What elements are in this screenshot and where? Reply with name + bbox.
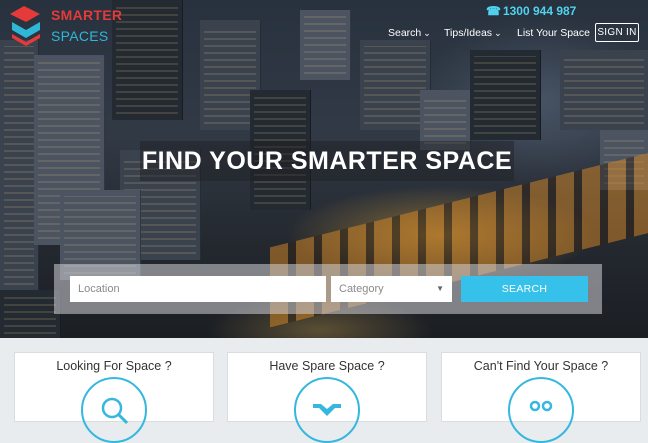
category-select[interactable]: Category ▼ bbox=[331, 276, 452, 302]
search-panel: Category ▼ SEARCH bbox=[54, 264, 602, 314]
handshake-icon bbox=[294, 377, 360, 443]
cant-find-space-card[interactable]: Can't Find Your Space ? bbox=[441, 352, 641, 443]
nav-tips-ideas-label: Tips/Ideas bbox=[444, 27, 493, 39]
logo-text-spaces: SPACES bbox=[51, 28, 109, 44]
location-input[interactable] bbox=[70, 276, 326, 302]
hero-banner: SMARTER SPACES ☎ 1300 944 987 Search ⌄ Tip… bbox=[0, 0, 648, 338]
category-select-value: Category bbox=[339, 283, 384, 295]
people-icon bbox=[508, 377, 574, 443]
logo-text-smarter: SMARTER bbox=[51, 7, 123, 23]
search-button[interactable]: SEARCH bbox=[461, 276, 588, 302]
hero-title: FIND YOUR SMARTER SPACE bbox=[141, 147, 513, 175]
chevron-down-icon: ⌄ bbox=[423, 28, 431, 38]
phone-number-link[interactable]: ☎ 1300 944 987 bbox=[486, 4, 576, 18]
magnifier-icon bbox=[81, 377, 147, 443]
phone-number: 1300 944 987 bbox=[502, 4, 577, 18]
nav-list-your-space-label: List Your Space bbox=[517, 27, 590, 39]
logo-mark-icon bbox=[10, 6, 40, 46]
have-spare-space-card[interactable]: Have Spare Space ? bbox=[227, 352, 427, 443]
nav-tips-ideas[interactable]: Tips/Ideas ⌄ bbox=[444, 27, 502, 39]
card-title: Can't Find Your Space ? bbox=[473, 359, 609, 373]
card-title: Have Spare Space ? bbox=[269, 359, 385, 373]
nav-list-your-space[interactable]: List Your Space bbox=[517, 27, 590, 39]
caret-down-icon: ▼ bbox=[436, 284, 444, 293]
nav-search-label: Search bbox=[388, 27, 422, 39]
chevron-down-icon: ⌄ bbox=[494, 28, 502, 38]
phone-icon: ☎ bbox=[486, 4, 501, 18]
sign-in-button[interactable]: SIGN IN bbox=[595, 23, 639, 42]
logo[interactable]: SMARTER SPACES bbox=[6, 4, 122, 50]
nav-search[interactable]: Search ⌄ bbox=[388, 27, 431, 39]
card-title: Looking For Space ? bbox=[56, 359, 172, 373]
looking-for-space-card[interactable]: Looking For Space ? bbox=[14, 352, 214, 443]
